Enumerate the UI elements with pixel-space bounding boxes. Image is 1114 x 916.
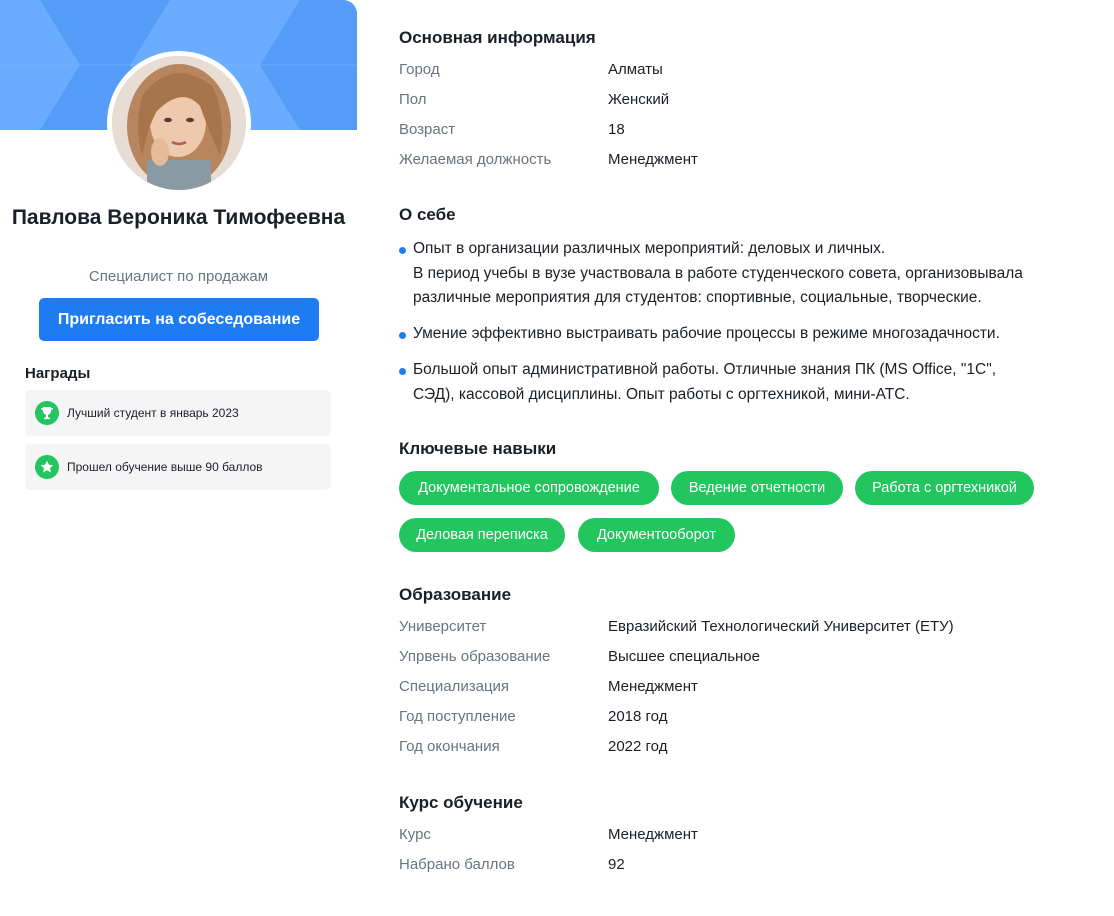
section-title-about: О себе [399, 205, 456, 224]
info-value: 18 [608, 121, 625, 138]
info-key: Набрано баллов [399, 856, 515, 873]
info-key: Курс [399, 826, 431, 843]
info-value: 2022 год [608, 738, 668, 755]
about-item: Умение эффективно выстраивать рабочие пр… [399, 322, 1089, 347]
info-key: Упрвень образование [399, 648, 551, 665]
avatar [107, 51, 251, 195]
section-title-basic: Основная информация [399, 28, 596, 47]
info-value: Алматы [608, 61, 663, 78]
skill-chip[interactable]: Ведение отчетности [671, 471, 843, 505]
profile-role: Специалист по продажам [88, 268, 269, 285]
info-key: Пол [399, 91, 427, 108]
invite-button[interactable]: Пригласить на собеседование [39, 298, 319, 341]
avatar-image [112, 56, 246, 190]
info-key: Университет [399, 618, 487, 635]
skill-chip[interactable]: Деловая переписка [399, 518, 565, 552]
info-value: 2018 год [608, 708, 668, 725]
bullet-icon [399, 332, 406, 339]
about-text: Большой опыт административной работы. От… [413, 361, 997, 403]
info-value: 92 [608, 856, 625, 873]
star-icon [35, 455, 59, 479]
award-label: Лучший студент в январь 2023 [67, 406, 239, 420]
award-item: Лучший студент в январь 2023 [25, 390, 331, 436]
info-value: Высшее специальное [608, 648, 760, 665]
info-key: Год поступление [399, 708, 516, 725]
skill-chip[interactable]: Документооборот [578, 518, 735, 552]
info-value: Женский [608, 91, 670, 108]
trophy-icon [35, 401, 59, 425]
info-key: Возраст [399, 121, 456, 138]
info-value: Менеджмент [608, 826, 698, 843]
awards-title: Награды [25, 365, 91, 382]
award-label: Прошел обучение выше 90 баллов [67, 460, 263, 474]
profile-card: Павлова Вероника Тимофеевна Специалист п… [0, 0, 357, 916]
info-value: Менеджмент [608, 151, 698, 168]
section-title-skills: Ключевые навыки [399, 439, 557, 458]
about-item: Опыт в организации различных мероприятий… [399, 237, 1089, 311]
bullet-icon [399, 368, 406, 375]
info-key: Специализация [399, 678, 510, 695]
info-key: Желаемая должность [399, 151, 552, 168]
section-title-course: Курс обучение [399, 793, 523, 812]
info-value: Евразийский Технологический Университет … [608, 618, 954, 635]
about-text: Опыт в организации различных мероприятий… [413, 240, 1023, 306]
award-item: Прошел обучение выше 90 баллов [25, 444, 331, 490]
bullet-icon [399, 247, 406, 254]
info-key: Город [399, 61, 440, 78]
section-title-education: Образование [399, 585, 512, 604]
info-key: Год окончания [399, 738, 500, 755]
profile-name: Павлова Вероника Тимофеевна [11, 206, 346, 229]
skill-chip[interactable]: Документальное сопровождение [399, 471, 659, 505]
about-item: Большой опыт административной работы. От… [399, 358, 1089, 407]
info-value: Менеджмент [608, 678, 698, 695]
about-text: Умение эффективно выстраивать рабочие пр… [413, 325, 1000, 342]
skill-chip[interactable]: Работа с оргтехникой [855, 471, 1034, 505]
